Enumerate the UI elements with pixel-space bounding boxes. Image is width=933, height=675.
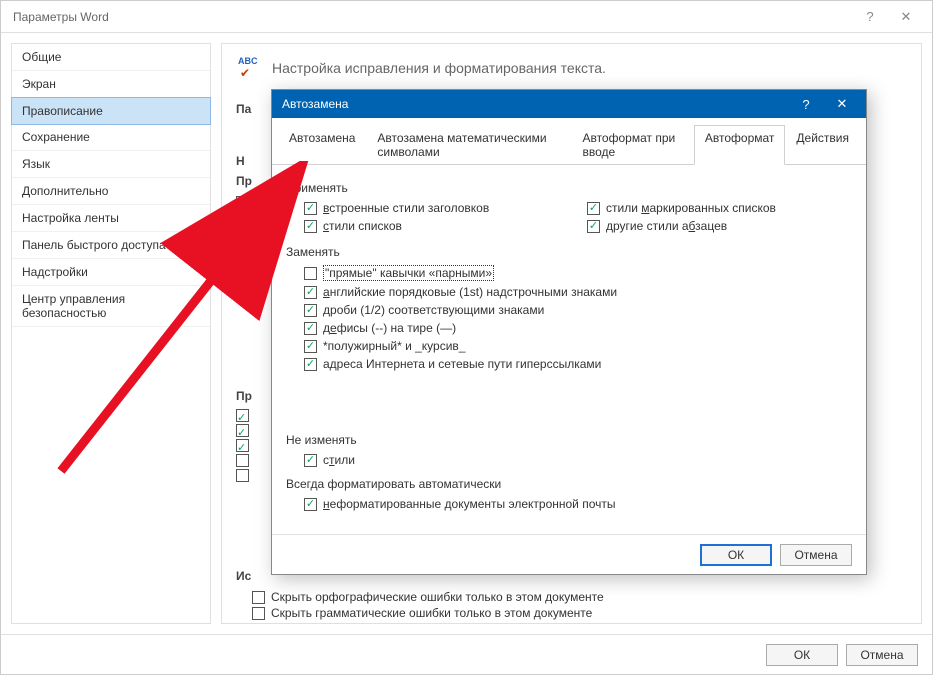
window-titlebar: Параметры Word ? ✕ [1,1,932,33]
sidebar-item-proofing[interactable]: Правописание [11,97,211,125]
tab-autocorrect[interactable]: Автозамена [278,125,366,165]
dialog-help-button[interactable]: ? [788,90,824,118]
bg-checkbox[interactable] [236,256,249,269]
close-button[interactable]: ✕ [888,1,924,33]
dialog-close-button[interactable]: ✕ [824,90,860,118]
group-preserve-label: Не изменять [286,433,852,447]
replace-hyphens-label: дефисы (--) на тире (—) [323,321,456,335]
apply-bullet-styles-checkbox[interactable] [587,202,600,215]
apply-bullet-styles-label: стили маркированных списков [606,201,776,215]
sidebar-item-advanced[interactable]: Дополнительно [12,178,210,205]
sidebar-item-general[interactable]: Общие [12,44,210,71]
tab-autoformat[interactable]: Автоформат [694,125,786,165]
bg-checkbox[interactable] [236,409,249,422]
bg-section-label: Н [236,154,245,168]
sidebar-item-qat[interactable]: Панель быстрого доступа [12,232,210,259]
group-always-label: Всегда форматировать автоматически [286,477,852,491]
window-title: Параметры Word [13,10,852,24]
dialog-footer: ОК Отмена [272,534,866,574]
replace-fractions-checkbox[interactable] [304,304,317,317]
replace-ordinals-label: английские порядковые (1st) надстрочными… [323,285,617,299]
bg-checkbox[interactable] [236,439,249,452]
bg-checkbox[interactable] [236,226,249,239]
autocorrect-dialog: Автозамена ? ✕ Автозамена Автозамена мат… [271,89,867,575]
always-plaintext-email-label: неформатированные документы электронной … [323,497,615,511]
main-header-text: Настройка исправления и форматирования т… [272,60,606,76]
sidebar-item-save[interactable]: Сохранение [12,124,210,151]
tab-actions[interactable]: Действия [785,125,860,165]
always-plaintext-email-checkbox[interactable] [304,498,317,511]
group-replace-label: Заменять [286,245,852,259]
bg-checkbox[interactable] [236,454,249,467]
apply-list-styles-checkbox[interactable] [304,220,317,233]
apply-list-styles-label: стили списков [323,219,402,233]
bg-checkbox[interactable] [236,211,249,224]
sidebar-item-language[interactable]: Язык [12,151,210,178]
bg-checkbox[interactable] [236,196,249,209]
sidebar-item-trustcenter[interactable]: Центр управления безопасностью [12,286,210,327]
bg-section-label: Па [236,102,251,116]
replace-ordinals-checkbox[interactable] [304,286,317,299]
group-apply-label: Применять [286,181,852,195]
apply-other-para-styles-checkbox[interactable] [587,220,600,233]
window-cancel-button[interactable]: Отмена [846,644,918,666]
bg-checkbox[interactable] [236,241,249,254]
preserve-styles-label: стили [323,453,355,467]
replace-hyperlinks-checkbox[interactable] [304,358,317,371]
bg-checkbox[interactable] [236,469,249,482]
replace-bold-italic-label: *полужирный* и _курсив_ [323,339,465,353]
apply-heading-styles-label: встроенные стили заголовков [323,201,489,215]
tab-math-autocorrect[interactable]: Автозамена математическими символами [366,125,571,165]
hide-grammar-checkbox[interactable] [252,607,265,620]
sidebar-item-display[interactable]: Экран [12,71,210,98]
proofing-icon: ABC✔ [238,56,262,80]
preserve-styles-checkbox[interactable] [304,454,317,467]
dialog-ok-button[interactable]: ОК [700,544,772,566]
sidebar-item-addins[interactable]: Надстройки [12,259,210,286]
tab-autoformat-as-type[interactable]: Автоформат при вводе [571,125,693,165]
hide-grammar-label: Скрыть грамматические ошибки только в эт… [271,606,592,620]
dialog-title: Автозамена [282,97,788,111]
dialog-titlebar: Автозамена ? ✕ [272,90,866,118]
bg-checkbox[interactable] [236,424,249,437]
bg-section-label: Ис [236,569,251,583]
replace-quotes-checkbox[interactable] [304,267,317,280]
apply-other-para-styles-label: другие стили абзацев [606,219,727,233]
dialog-tabs: Автозамена Автозамена математическими си… [272,118,866,165]
window-ok-button[interactable]: ОК [766,644,838,666]
replace-hyphens-checkbox[interactable] [304,322,317,335]
bg-section-label: Пр [236,174,252,188]
replace-quotes-label: "прямые" кавычки «парными» [323,265,494,281]
bg-section-label: Пр [236,389,252,403]
replace-bold-italic-checkbox[interactable] [304,340,317,353]
dialog-cancel-button[interactable]: Отмена [780,544,852,566]
sidebar-nav: Общие Экран Правописание Сохранение Язык… [11,43,211,624]
replace-hyperlinks-label: адреса Интернета и сетевые пути гиперссы… [323,357,601,371]
replace-fractions-label: дроби (1/2) соответствующими знаками [323,303,544,317]
apply-heading-styles-checkbox[interactable] [304,202,317,215]
sidebar-item-ribbon[interactable]: Настройка ленты [12,205,210,232]
window-footer: ОК Отмена [1,634,932,674]
hide-spelling-label: Скрыть орфографические ошибки только в э… [271,590,604,604]
hide-spelling-checkbox[interactable] [252,591,265,604]
help-button[interactable]: ? [852,1,888,33]
